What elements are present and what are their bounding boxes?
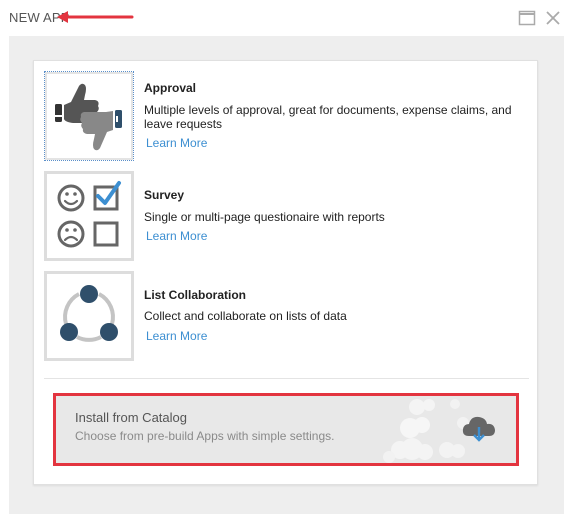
- survey-faces-checkbox-icon: [57, 181, 121, 248]
- divider: [44, 378, 529, 379]
- new-app-dialog: NEW APP Approval Multiple levels of appr…: [0, 0, 572, 523]
- maximize-icon[interactable]: [518, 9, 536, 27]
- close-icon[interactable]: [544, 9, 562, 27]
- cloud-download-icon: [462, 416, 495, 442]
- app-icon-frame[interactable]: [44, 171, 134, 261]
- collaboration-cycle-icon: [60, 285, 118, 342]
- app-list-card: Approval Multiple levels of approval, gr…: [33, 60, 538, 485]
- app-title: List Collaboration: [144, 288, 246, 302]
- learn-more-link[interactable]: Learn More: [146, 136, 207, 150]
- app-description: Collect and collaborate on lists of data: [144, 309, 347, 323]
- app-description: Single or multi-page questionaire with r…: [144, 210, 385, 224]
- thumbs-up-down-icon: [55, 83, 122, 151]
- app-description: Multiple levels of approval, great for d…: [144, 103, 512, 131]
- dialog-titlebar: NEW APP: [0, 0, 572, 36]
- catalog-subtitle: Choose from pre-build Apps with simple s…: [75, 429, 335, 443]
- app-item-approval[interactable]: Approval Multiple levels of approval, gr…: [44, 71, 524, 163]
- app-item-survey[interactable]: Survey Single or multi-page questionaire…: [44, 171, 524, 263]
- learn-more-link[interactable]: Learn More: [146, 329, 207, 343]
- annotation-arrow-icon: [57, 11, 134, 23]
- learn-more-link[interactable]: Learn More: [146, 229, 207, 243]
- app-icon-frame[interactable]: [44, 71, 134, 161]
- catalog-title: Install from Catalog: [75, 410, 187, 425]
- app-icon-frame[interactable]: [44, 271, 134, 361]
- install-from-catalog-button[interactable]: Install from Catalog Choose from pre-bui…: [53, 393, 519, 466]
- app-title: Approval: [144, 81, 197, 95]
- app-item-list-collaboration[interactable]: List Collaboration Collect and collabora…: [44, 271, 524, 363]
- app-title: Survey: [144, 188, 185, 202]
- dialog-body: Approval Multiple levels of approval, gr…: [9, 36, 564, 514]
